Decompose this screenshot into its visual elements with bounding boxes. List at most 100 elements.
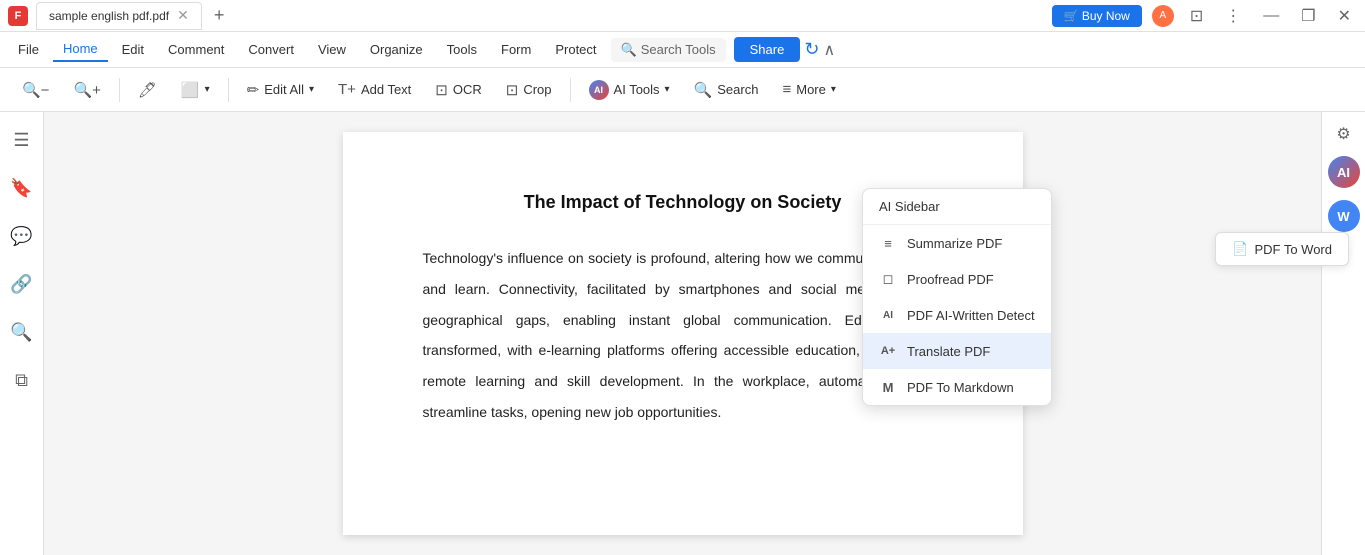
left-sidebar: ☰ 🔖 💬 🔗 🔍 ⧉ <box>0 112 44 555</box>
edit-all-chevron: ▾ <box>309 84 314 95</box>
menu-comment[interactable]: Comment <box>158 38 234 61</box>
more-chevron: ▾ <box>831 84 836 95</box>
ai-detect-icon: AI <box>879 306 897 324</box>
zoom-in-icon: 🔍+ <box>73 81 100 99</box>
search-button[interactable]: 🔍 Search <box>684 76 769 104</box>
main-area: ☰ 🔖 💬 🔗 🔍 ⧉ The Impact of Technology on … <box>0 112 1365 555</box>
search-tools-button[interactable]: 🔍 Search Tools <box>611 38 726 62</box>
minimize-button[interactable]: — <box>1257 5 1285 27</box>
crop-button[interactable]: ⊡ Crop <box>496 76 562 104</box>
highlight-button[interactable]: 🖊 <box>128 76 167 104</box>
edit-all-label: Edit All <box>264 82 304 97</box>
shape-icon: ⬜ <box>181 81 200 99</box>
proofread-icon: ◻ <box>879 270 897 288</box>
right-sidebar: ⚙ AI W <box>1321 112 1365 555</box>
zoom-in-button[interactable]: 🔍+ <box>63 76 110 104</box>
sidebar-layers-icon[interactable]: ⧉ <box>6 364 38 396</box>
edit-all-button[interactable]: ✏ Edit All ▾ <box>237 76 324 104</box>
ocr-icon: ⊡ <box>435 81 448 99</box>
user-avatar[interactable]: A <box>1152 5 1174 27</box>
toolbar-separator-1 <box>119 78 120 102</box>
dropdown-proofread[interactable]: ◻ Proofread PDF <box>863 261 1051 297</box>
add-text-label: Add Text <box>361 82 411 97</box>
menu-organize[interactable]: Organize <box>360 38 433 61</box>
dropdown-translate[interactable]: A+ Translate PDF <box>863 333 1051 369</box>
sync-button[interactable]: ↻ <box>804 39 819 60</box>
translate-label: Translate PDF <box>907 344 990 359</box>
zoom-out-button[interactable]: 🔍− <box>12 76 59 104</box>
sidebar-page-thumbnail-icon[interactable]: ☰ <box>6 124 38 156</box>
right-word-icon[interactable]: W <box>1328 200 1360 232</box>
translate-icon: A+ <box>879 342 897 360</box>
ai-tools-chevron: ▾ <box>665 84 670 95</box>
pdf-to-word-button[interactable]: 📄 PDF To Word <box>1215 232 1349 266</box>
restore-button[interactable]: ❐ <box>1295 4 1321 28</box>
more-icon: ≡ <box>782 81 791 98</box>
maximize-restore-toggle[interactable]: ⊡ <box>1184 4 1209 28</box>
toolbar: 🔍− 🔍+ 🖊 ⬜ ▾ ✏ Edit All ▾ T+ Add Text ⊡ O… <box>0 68 1365 112</box>
ai-tools-dropdown: AI Sidebar ≡ Summarize PDF ◻ Proofread P… <box>862 188 1052 406</box>
titlebar: F sample english pdf.pdf ✕ + 🛒 Buy Now A… <box>0 0 1365 32</box>
sidebar-search-icon[interactable]: 🔍 <box>6 316 38 348</box>
dropdown-ai-detect[interactable]: AI PDF AI-Written Detect <box>863 297 1051 333</box>
ai-tools-button[interactable]: AI AI Tools ▾ <box>579 75 680 105</box>
more-options-button[interactable]: ⋮ <box>1219 4 1247 28</box>
menu-edit[interactable]: Edit <box>112 38 154 61</box>
menu-file[interactable]: File <box>8 38 49 61</box>
search-label: Search <box>717 82 758 97</box>
collapse-button[interactable]: ∧ <box>823 40 835 60</box>
search-icon: 🔍 <box>621 42 637 58</box>
right-ai-icon[interactable]: AI <box>1328 156 1360 188</box>
dropdown-markdown[interactable]: M PDF To Markdown <box>863 369 1051 405</box>
toolbar-separator-3 <box>570 78 571 102</box>
search-tool-icon: 🔍 <box>694 81 713 99</box>
shape-chevron: ▾ <box>205 84 210 95</box>
browser-tab[interactable]: sample english pdf.pdf ✕ <box>36 2 202 30</box>
sidebar-link-icon[interactable]: 🔗 <box>6 268 38 300</box>
share-button[interactable]: Share <box>734 37 801 62</box>
menu-form[interactable]: Form <box>491 38 541 61</box>
add-text-icon: T+ <box>338 81 356 98</box>
toolbar-separator-2 <box>228 78 229 102</box>
add-text-button[interactable]: T+ Add Text <box>328 76 421 103</box>
pdf-to-word-icon: 📄 <box>1232 241 1248 257</box>
summarize-icon: ≡ <box>879 234 897 252</box>
menu-view[interactable]: View <box>308 38 356 61</box>
markdown-label: PDF To Markdown <box>907 380 1014 395</box>
shape-button[interactable]: ⬜ ▾ <box>171 76 220 104</box>
menu-tools[interactable]: Tools <box>437 38 487 61</box>
right-settings-icon[interactable]: ⚙ <box>1336 124 1350 144</box>
crop-label: Crop <box>523 82 551 97</box>
more-label: More <box>796 82 826 97</box>
menu-protect[interactable]: Protect <box>545 38 606 61</box>
search-tools-label: Search Tools <box>641 42 716 57</box>
markdown-icon: M <box>879 378 897 396</box>
buy-now-button[interactable]: 🛒 Buy Now <box>1052 5 1142 27</box>
new-tab-button[interactable]: + <box>214 5 225 26</box>
sidebar-bookmark-icon[interactable]: 🔖 <box>6 172 38 204</box>
app-icon: F <box>8 6 28 26</box>
tab-close-icon[interactable]: ✕ <box>177 7 189 24</box>
dropdown-header[interactable]: AI Sidebar <box>863 189 1051 225</box>
highlight-icon: 🖊 <box>138 81 157 99</box>
ai-tools-label: AI Tools <box>614 82 660 97</box>
ocr-label: OCR <box>453 82 482 97</box>
dropdown-summarize[interactable]: ≡ Summarize PDF <box>863 225 1051 261</box>
pdf-area: The Impact of Technology on Society Tech… <box>44 112 1321 555</box>
crop-icon: ⊡ <box>506 81 519 99</box>
ocr-button[interactable]: ⊡ OCR <box>425 76 491 104</box>
ai-avatar-icon: AI <box>589 80 609 100</box>
sidebar-comment-icon[interactable]: 💬 <box>6 220 38 252</box>
more-button[interactable]: ≡ More ▾ <box>772 76 845 103</box>
zoom-out-icon: 🔍− <box>22 81 49 99</box>
edit-all-icon: ✏ <box>247 81 260 99</box>
proofread-label: Proofread PDF <box>907 272 994 287</box>
close-button[interactable]: ✕ <box>1332 4 1357 28</box>
tab-title: sample english pdf.pdf <box>49 9 169 23</box>
summarize-label: Summarize PDF <box>907 236 1002 251</box>
menu-home[interactable]: Home <box>53 37 108 62</box>
ai-detect-label: PDF AI-Written Detect <box>907 308 1035 323</box>
menu-convert[interactable]: Convert <box>238 38 304 61</box>
menubar: File Home Edit Comment Convert View Orga… <box>0 32 1365 68</box>
pdf-to-word-label: PDF To Word <box>1254 242 1332 257</box>
